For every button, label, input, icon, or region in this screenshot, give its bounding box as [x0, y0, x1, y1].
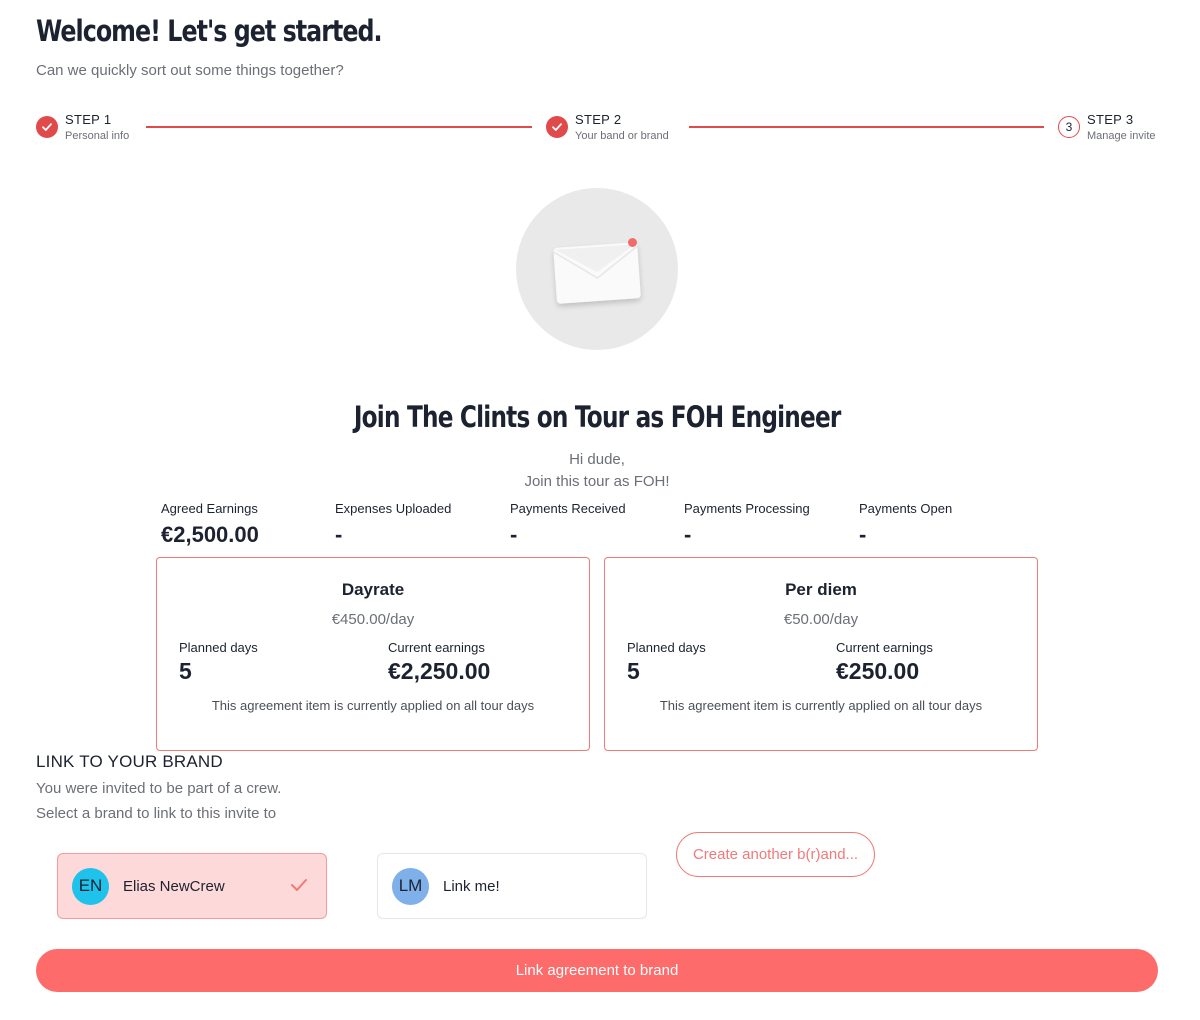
current-earnings-value: €2,250.00	[388, 658, 491, 684]
check-icon	[546, 116, 568, 138]
stat-payments-processing: Payments Processing -	[684, 500, 810, 548]
brand-option-link-me[interactable]: LM Link me!	[377, 853, 647, 919]
invite-title: Join The Clints on Tour as FOH Engineer	[353, 400, 842, 434]
step-number-icon: 3	[1058, 116, 1080, 138]
agreement-rate: €450.00/day	[331, 611, 415, 628]
step-1: STEP 1 Personal info	[36, 112, 129, 144]
agreement-title: Dayrate	[341, 580, 405, 599]
step-connector	[146, 126, 532, 128]
stat-agreed-earnings: Agreed Earnings €2,500.00	[161, 500, 259, 548]
planned-days-value: 5	[179, 658, 192, 684]
invite-message: Join this tour as FOH!	[524, 473, 670, 490]
planned-days-label: Planned days	[179, 640, 258, 655]
current-earnings-label: Current earnings	[388, 640, 485, 655]
stat-label: Agreed Earnings	[161, 501, 258, 516]
stat-payments-open: Payments Open -	[859, 500, 952, 548]
stat-label: Payments Processing	[684, 501, 810, 516]
section-instruction: Select a brand to link to this invite to	[36, 805, 277, 822]
current-earnings-label: Current earnings	[836, 640, 933, 655]
step-label: STEP 3	[1087, 112, 1134, 127]
agreement-note: This agreement item is currently applied…	[211, 698, 535, 713]
stat-label: Expenses Uploaded	[335, 501, 452, 516]
agreement-rate: €50.00/day	[783, 611, 859, 628]
invite-illustration	[516, 188, 678, 350]
brand-name: Link me!	[443, 877, 500, 895]
stat-value: €2,500.00	[161, 522, 259, 547]
step-description: Your band or brand	[575, 130, 669, 142]
check-icon	[36, 116, 58, 138]
avatar: LM	[392, 867, 429, 905]
avatar: EN	[72, 867, 109, 905]
step-3: 3 STEP 3 Manage invite	[1058, 112, 1156, 144]
agreement-card-per-diem: Per diem €50.00/day Planned days 5 Curre…	[604, 557, 1038, 751]
stat-label: Payments Open	[859, 501, 953, 516]
stat-expenses-uploaded: Expenses Uploaded -	[335, 500, 451, 548]
current-earnings-value: €250.00	[836, 658, 920, 684]
brand-name: Elias NewCrew	[123, 877, 225, 895]
agreement-note: This agreement item is currently applied…	[659, 698, 983, 713]
brand-option-elias-newcrew[interactable]: EN Elias NewCrew	[57, 853, 327, 919]
create-brand-button[interactable]: Create another b(r)and...	[676, 832, 875, 877]
page-title: Welcome! Let's get started.	[36, 14, 383, 48]
check-icon	[291, 879, 307, 891]
step-connector	[689, 126, 1044, 128]
section-title: LINK TO YOUR BRAND	[36, 752, 223, 771]
stat-value: -	[335, 522, 343, 547]
section-description: You were invited to be part of a crew.	[36, 780, 282, 797]
step-label: STEP 1	[65, 112, 112, 127]
stat-value: -	[510, 522, 518, 547]
agreement-card-dayrate: Dayrate €450.00/day Planned days 5 Curre…	[156, 557, 590, 751]
agreement-title: Per diem	[785, 580, 857, 599]
stat-payments-received: Payments Received -	[510, 500, 626, 548]
stat-value: -	[859, 522, 867, 547]
step-label: STEP 2	[575, 112, 622, 127]
planned-days-value: 5	[627, 658, 640, 684]
stat-value: -	[684, 522, 692, 547]
step-2: STEP 2 Your band or brand	[546, 112, 669, 144]
envelope-icon	[553, 238, 641, 304]
step-description: Manage invite	[1087, 130, 1156, 142]
stat-label: Payments Received	[510, 501, 626, 516]
page-subtitle: Can we quickly sort out some things toge…	[36, 62, 344, 79]
planned-days-label: Planned days	[627, 640, 706, 655]
link-agreement-button[interactable]: Link agreement to brand	[36, 949, 1158, 992]
step-description: Personal info	[65, 130, 130, 142]
invite-greeting: Hi dude,	[569, 451, 625, 468]
